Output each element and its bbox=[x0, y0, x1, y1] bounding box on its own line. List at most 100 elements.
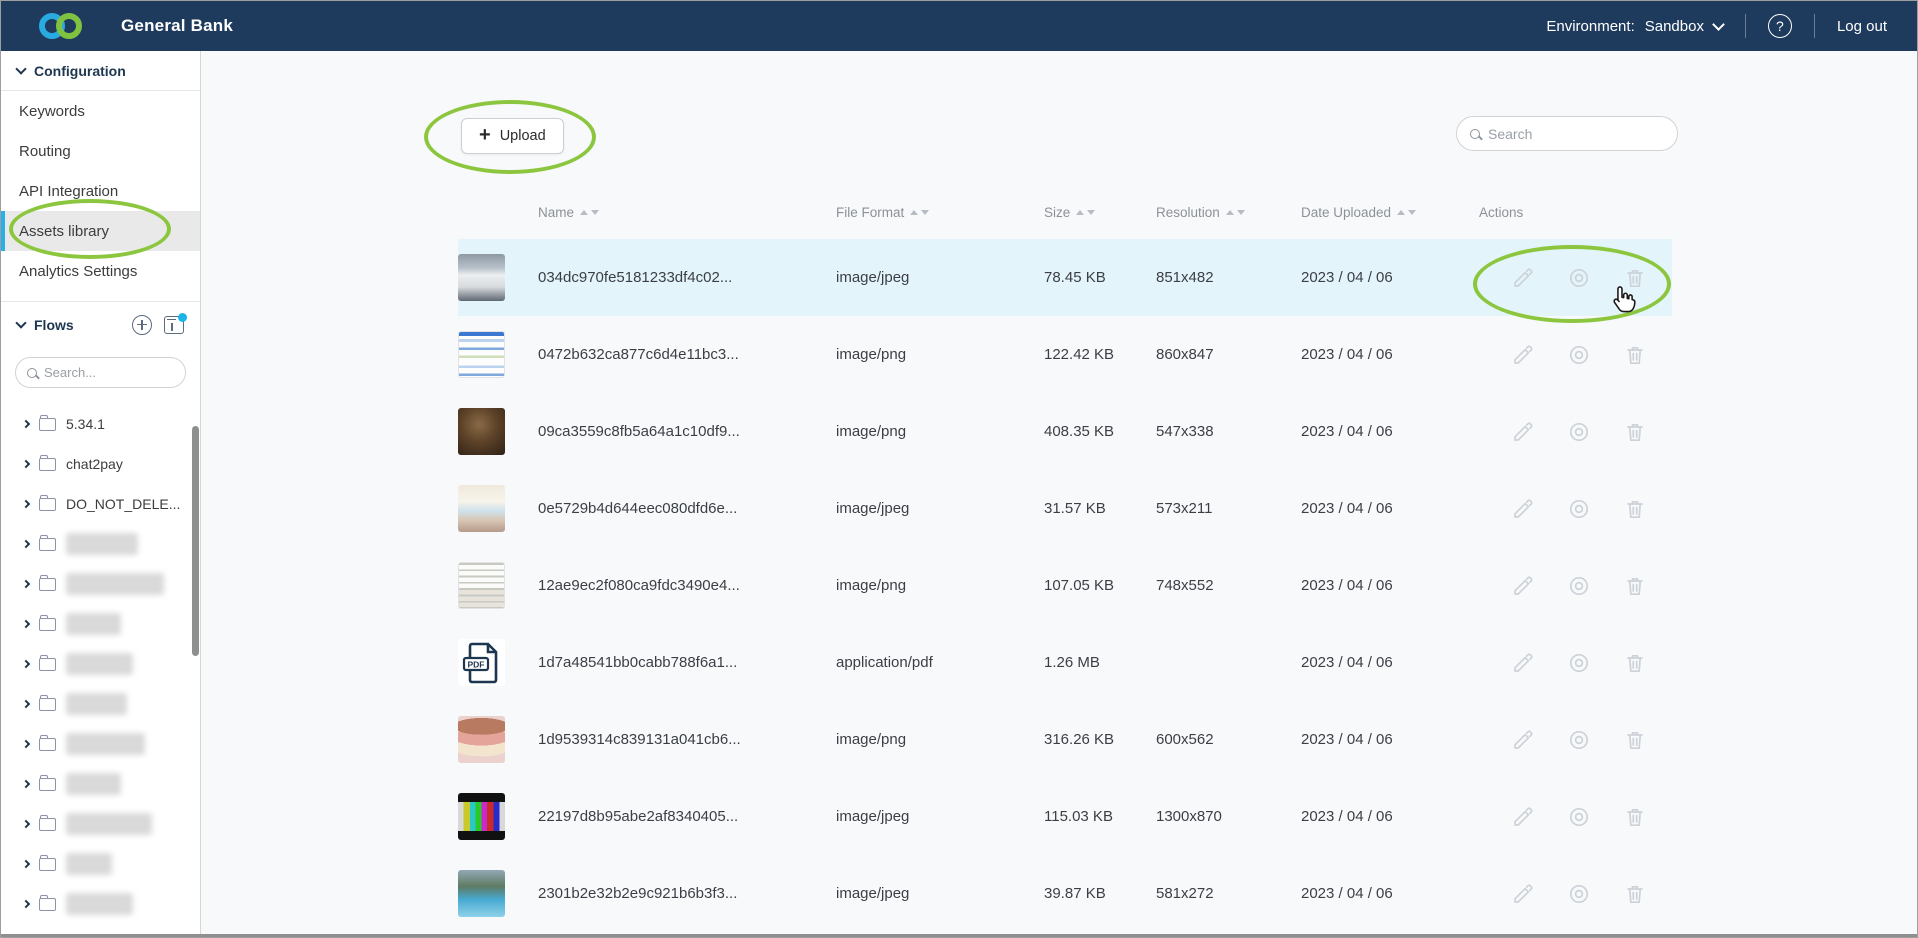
table-row[interactable]: 12ae9ec2f080ca9fdc3490e4... image/png 10… bbox=[458, 547, 1672, 624]
sidebar-item-analytics-settings[interactable]: Analytics Settings bbox=[1, 251, 200, 291]
assets-search[interactable] bbox=[1456, 116, 1678, 151]
environment-dropdown[interactable]: Environment: Sandbox bbox=[1546, 18, 1723, 35]
view-icon[interactable] bbox=[1567, 497, 1591, 521]
table-row[interactable]: 034dc970fe5181233df4c02... image/jpeg 78… bbox=[458, 239, 1672, 316]
folder-item-redacted[interactable] bbox=[1, 764, 200, 804]
table-header-row: Name File Format Size Resolution Date Up… bbox=[458, 197, 1672, 227]
asset-resolution: 573x211 bbox=[1156, 500, 1301, 517]
flows-search[interactable] bbox=[15, 357, 186, 388]
view-icon[interactable] bbox=[1567, 574, 1591, 598]
sidebar-item-routing[interactable]: Routing bbox=[1, 131, 200, 171]
delete-icon[interactable] bbox=[1623, 343, 1647, 367]
sidebar-scrollbar[interactable] bbox=[192, 426, 199, 656]
redacted-label bbox=[66, 653, 133, 675]
sidebar-item-keywords[interactable]: Keywords bbox=[1, 91, 200, 131]
flows-section-header[interactable]: Flows bbox=[1, 301, 200, 347]
folder-item-redacted[interactable] bbox=[1, 724, 200, 764]
folder-item-redacted[interactable] bbox=[1, 884, 200, 924]
chevron-right-icon bbox=[22, 860, 30, 868]
sidebar-item-api-integration[interactable]: API Integration bbox=[1, 171, 200, 211]
edit-icon[interactable] bbox=[1511, 574, 1535, 598]
folder-item-redacted[interactable] bbox=[1, 604, 200, 644]
table-row[interactable]: 09ca3559c8fb5a64a1c10df9... image/png 40… bbox=[458, 393, 1672, 470]
table-row[interactable]: PDF 1d7a48541bb0cabb788f6a1... applicati… bbox=[458, 624, 1672, 701]
asset-size: 115.03 KB bbox=[1044, 808, 1156, 825]
logout-button[interactable]: Log out bbox=[1837, 18, 1887, 35]
plus-icon: + bbox=[479, 125, 491, 145]
flows-search-input[interactable] bbox=[44, 365, 174, 380]
redacted-label bbox=[66, 573, 164, 595]
edit-icon[interactable] bbox=[1511, 651, 1535, 675]
main-content: + Upload Name File Format Size bbox=[202, 51, 1917, 937]
view-icon[interactable] bbox=[1567, 651, 1591, 675]
asset-size: 39.87 KB bbox=[1044, 885, 1156, 902]
redacted-label bbox=[66, 853, 112, 875]
chevron-down-icon bbox=[1712, 18, 1725, 31]
help-icon[interactable]: ? bbox=[1768, 14, 1792, 38]
folder-item-redacted[interactable] bbox=[1, 524, 200, 564]
edit-icon[interactable] bbox=[1511, 882, 1535, 906]
folder-item-redacted[interactable] bbox=[1, 804, 200, 844]
delete-icon[interactable] bbox=[1623, 266, 1647, 290]
view-icon[interactable] bbox=[1567, 728, 1591, 752]
redacted-label bbox=[66, 613, 121, 635]
delete-icon[interactable] bbox=[1623, 728, 1647, 752]
notification-badge bbox=[178, 313, 187, 322]
view-icon[interactable] bbox=[1567, 805, 1591, 829]
redacted-label bbox=[66, 693, 127, 715]
sidebar-item-assets-library[interactable]: Assets library bbox=[1, 211, 200, 251]
asset-size: 408.35 KB bbox=[1044, 423, 1156, 440]
folder-item[interactable]: 5.34.1 bbox=[1, 404, 200, 444]
upload-button[interactable]: + Upload bbox=[461, 118, 564, 154]
asset-format: image/jpeg bbox=[836, 885, 1044, 902]
brand-logo-icon bbox=[39, 12, 95, 40]
column-header-name[interactable]: Name bbox=[538, 205, 836, 220]
view-icon[interactable] bbox=[1567, 343, 1591, 367]
table-row[interactable]: 0e5729b4d644eec080dfd6e... image/jpeg 31… bbox=[458, 470, 1672, 547]
asset-name: 1d7a48541bb0cabb788f6a1... bbox=[538, 654, 836, 671]
table-row[interactable]: 0472b632ca877c6d4e11bc3... image/png 122… bbox=[458, 316, 1672, 393]
configuration-section-header[interactable]: Configuration bbox=[1, 51, 200, 91]
folder-item-redacted[interactable] bbox=[1, 644, 200, 684]
view-icon[interactable] bbox=[1567, 420, 1591, 444]
delete-icon[interactable] bbox=[1623, 882, 1647, 906]
webpage-screenshot-thumbnail bbox=[458, 331, 505, 378]
delete-icon[interactable] bbox=[1623, 420, 1647, 444]
asset-name: 1d9539314c839131a041cb6... bbox=[538, 731, 836, 748]
column-header-date-uploaded[interactable]: Date Uploaded bbox=[1301, 205, 1479, 220]
column-header-resolution[interactable]: Resolution bbox=[1156, 205, 1301, 220]
sort-icons bbox=[910, 210, 929, 215]
folder-item-redacted[interactable] bbox=[1, 844, 200, 884]
add-flow-icon[interactable] bbox=[132, 315, 152, 335]
edit-icon[interactable] bbox=[1511, 497, 1535, 521]
folder-icon bbox=[39, 698, 56, 711]
edit-icon[interactable] bbox=[1511, 343, 1535, 367]
folder-item[interactable]: DO_NOT_DELE... bbox=[1, 484, 200, 524]
folder-icon bbox=[39, 778, 56, 791]
search-icon bbox=[1470, 129, 1480, 139]
view-icon[interactable] bbox=[1567, 882, 1591, 906]
table-row[interactable]: 2301b2e32b2e9c921b6b3f3... image/jpeg 39… bbox=[458, 855, 1672, 932]
folder-item-redacted[interactable] bbox=[1, 564, 200, 604]
delete-icon[interactable] bbox=[1623, 497, 1647, 521]
delete-icon[interactable] bbox=[1623, 651, 1647, 675]
view-icon[interactable] bbox=[1567, 266, 1591, 290]
flow-board-icon[interactable] bbox=[164, 316, 184, 334]
folder-item-redacted[interactable] bbox=[1, 684, 200, 724]
asset-resolution: 748x552 bbox=[1156, 577, 1301, 594]
table-row[interactable]: 1d9539314c839131a041cb6... image/png 316… bbox=[458, 701, 1672, 778]
column-header-size[interactable]: Size bbox=[1044, 205, 1156, 220]
assets-search-input[interactable] bbox=[1488, 126, 1664, 142]
folder-item[interactable]: chat2pay bbox=[1, 444, 200, 484]
edit-icon[interactable] bbox=[1511, 728, 1535, 752]
chevron-right-icon bbox=[22, 580, 30, 588]
svg-text:PDF: PDF bbox=[467, 659, 484, 669]
column-header-file-format[interactable]: File Format bbox=[836, 205, 1044, 220]
edit-icon[interactable] bbox=[1511, 805, 1535, 829]
edit-icon[interactable] bbox=[1511, 266, 1535, 290]
building-photo-thumbnail bbox=[458, 254, 505, 301]
table-row[interactable]: 22197d8b95abe2af8340405... image/jpeg 11… bbox=[458, 778, 1672, 855]
edit-icon[interactable] bbox=[1511, 420, 1535, 444]
delete-icon[interactable] bbox=[1623, 805, 1647, 829]
delete-icon[interactable] bbox=[1623, 574, 1647, 598]
